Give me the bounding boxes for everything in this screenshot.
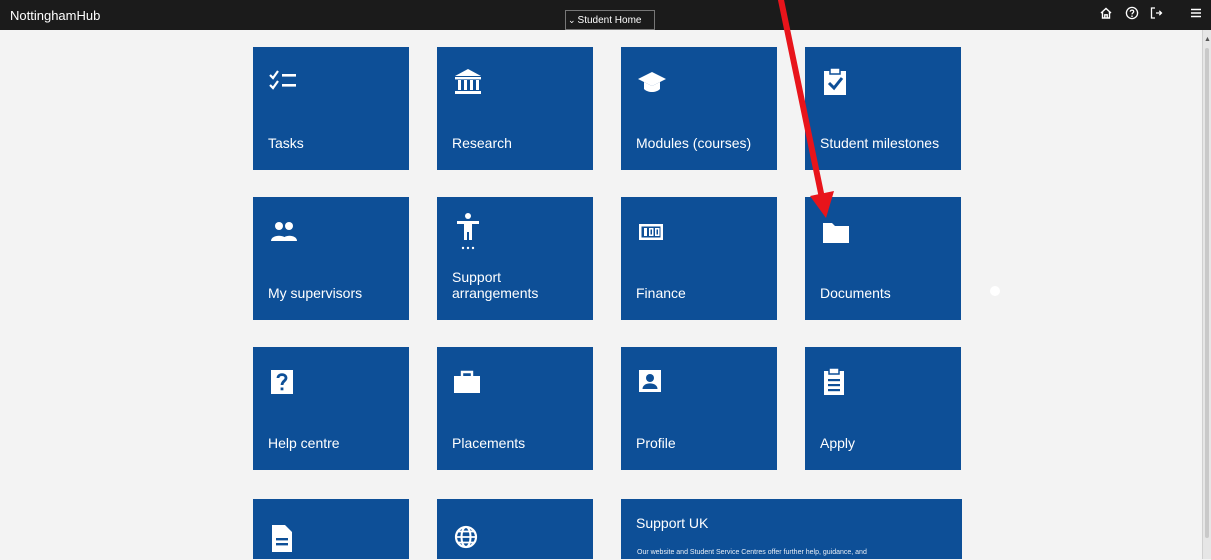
help-icon[interactable]	[1123, 6, 1141, 24]
tile-research[interactable]: Research	[437, 47, 593, 170]
home-icon[interactable]	[1097, 6, 1115, 24]
graduation-cap-icon	[637, 67, 667, 97]
annotation-arrow	[778, 0, 834, 218]
tile-label: Profile	[636, 435, 676, 451]
clipboard-check-icon	[821, 67, 851, 97]
top-navigation-bar: NottinghamHub ⌄ Student Home	[0, 0, 1211, 30]
tile-label: Finance	[636, 285, 686, 301]
finance-counter-icon	[637, 217, 667, 247]
tile-label: Modules (courses)	[636, 135, 752, 151]
institution-icon	[453, 67, 483, 97]
tile-profile[interactable]: Profile	[621, 347, 777, 470]
tile-label: Student milestones	[820, 135, 940, 151]
brand-name[interactable]: NottinghamHub	[10, 8, 100, 23]
tile-help-centre[interactable]: Help centre	[253, 347, 409, 470]
tile-documents[interactable]: Documents	[805, 197, 961, 320]
globe-icon	[453, 525, 483, 555]
tile-label: Apply	[820, 435, 856, 451]
people-icon	[269, 217, 299, 247]
profile-card-icon	[637, 367, 667, 397]
tile-apply[interactable]: Apply	[805, 347, 961, 470]
document-icon	[269, 523, 299, 553]
tile-support-uk[interactable]: Support UK Our website and Student Servi…	[621, 499, 962, 559]
tile-label: Tasks	[268, 135, 304, 151]
chevron-down-icon: ⌄	[568, 15, 576, 25]
tile-student-milestones[interactable]: Student milestones	[805, 47, 961, 170]
clipboard-list-icon	[821, 367, 851, 397]
cursor-dot	[990, 286, 1000, 296]
briefcase-icon	[453, 367, 483, 397]
scrollbar-thumb[interactable]	[1205, 48, 1209, 538]
tile-finance[interactable]: Finance	[621, 197, 777, 320]
tile-label: Support arrangements	[452, 269, 538, 301]
page-selector-value: Student Home	[577, 15, 642, 26]
accessibility-icon	[453, 212, 483, 250]
menu-icon[interactable]	[1187, 6, 1205, 24]
tile-document[interactable]	[253, 499, 409, 559]
tile-label: Help centre	[268, 435, 340, 451]
page-selector-dropdown[interactable]: ⌄ Student Home	[565, 10, 655, 30]
tile-label: Placements	[452, 435, 526, 451]
support-uk-text: Our website and Student Service Centres …	[637, 549, 867, 556]
tile-modules[interactable]: Modules (courses)	[621, 47, 777, 170]
tile-my-supervisors[interactable]: My supervisors	[253, 197, 409, 320]
support-uk-title: Support UK	[636, 515, 709, 531]
scroll-up-arrow-icon[interactable]: ▲	[1204, 36, 1211, 43]
tile-label: Research	[452, 135, 512, 151]
tasks-checklist-icon	[269, 67, 299, 97]
tile-label: Documents	[820, 285, 891, 301]
page-scrollbar[interactable]: ▲	[1202, 30, 1211, 559]
tile-global[interactable]	[437, 499, 593, 559]
tile-label-line-1: Support	[452, 269, 502, 285]
question-icon	[269, 367, 299, 397]
tile-label: My supervisors	[268, 285, 363, 301]
tile-support-arrangements[interactable]: Support arrangements	[437, 197, 593, 320]
sign-out-icon[interactable]	[1147, 6, 1165, 24]
folder-icon	[821, 217, 851, 247]
tile-placements[interactable]: Placements	[437, 347, 593, 470]
tile-label-line-2: arrangements	[452, 285, 539, 301]
tile-tasks[interactable]: Tasks	[253, 47, 409, 170]
